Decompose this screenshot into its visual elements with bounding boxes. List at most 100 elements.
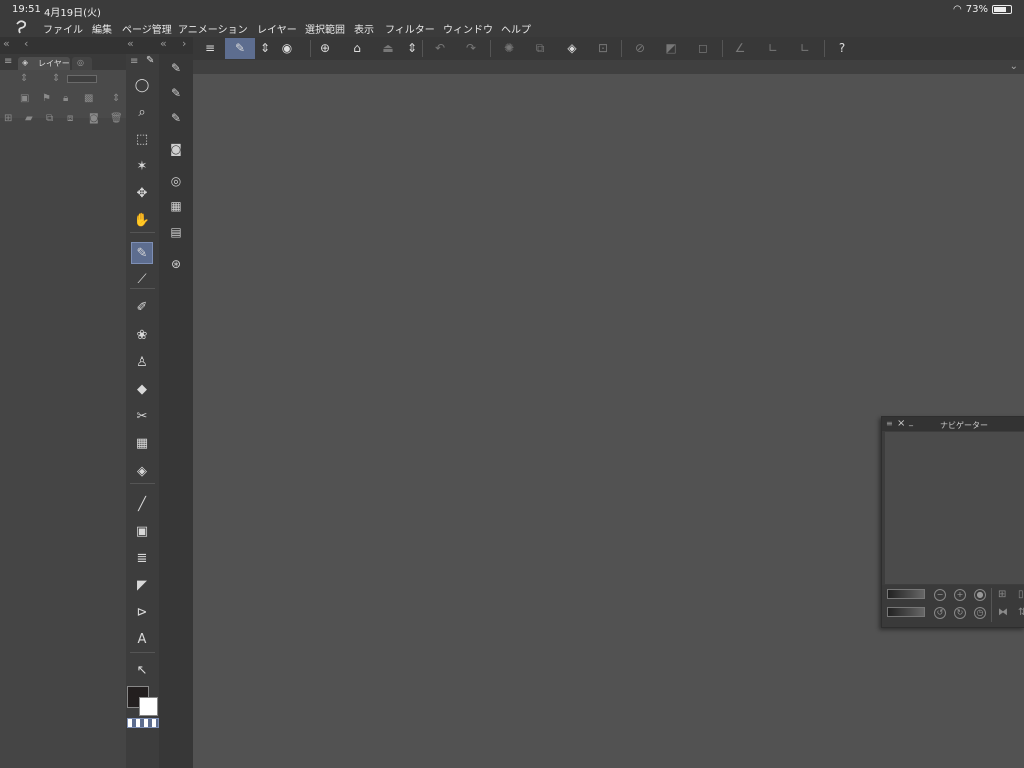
fill-selection-icon[interactable]: ◈ [563, 40, 581, 57]
ruler-icon[interactable]: ≣ [131, 548, 153, 570]
pen-sub-3-icon[interactable]: ✎ [167, 109, 185, 127]
zoom-slider[interactable] [887, 589, 925, 599]
fill-icon[interactable]: ◈ [131, 461, 153, 483]
lock-icon[interactable]: 🔒︎ [63, 94, 68, 104]
deselect-icon[interactable]: ⊘ [631, 40, 649, 57]
pen-settings-icon[interactable]: ✎ [225, 38, 255, 59]
stabilizer-icon[interactable]: ◉ [278, 40, 296, 57]
save-icon[interactable]: ⏏ [379, 40, 397, 57]
fit-window-icon[interactable]: ⊞ [998, 590, 1006, 600]
film-icon[interactable]: ▤ [167, 223, 185, 241]
new-vector-layer-icon[interactable]: ▰ [25, 114, 33, 124]
updown-icon[interactable]: ⇕ [256, 40, 274, 57]
menu-selection[interactable]: 選択範囲 [305, 21, 345, 36]
zoom-out-icon[interactable]: − [934, 589, 946, 601]
color-circle-icon[interactable]: ◎ [167, 172, 185, 190]
layer-mask-icon[interactable]: ◙ [89, 114, 99, 124]
close-icon[interactable]: × [897, 418, 905, 429]
menu-filter[interactable]: フィルター [385, 21, 435, 36]
clipping-icon[interactable]: ▣ [20, 94, 29, 104]
figure-icon[interactable]: ◤ [131, 575, 153, 597]
flip-vertical-icon[interactable]: ⇅ [1018, 608, 1024, 618]
back-button[interactable]: ‹ [24, 37, 28, 50]
move-icon[interactable]: ✥ [131, 183, 153, 205]
open-folder-icon[interactable]: ⌂ [348, 40, 366, 57]
line-icon[interactable]: ╱ [131, 494, 153, 516]
pen-sub-1-icon[interactable]: ✎ [167, 59, 185, 77]
panel-menu-icon[interactable]: ≡ [4, 57, 12, 67]
shrink-selection-icon[interactable]: ◻ [694, 40, 712, 57]
clear-outside-icon[interactable]: ⧉ [531, 40, 549, 57]
blend-icon[interactable]: ✂ [131, 406, 153, 428]
zoom-in-icon[interactable]: + [954, 589, 966, 601]
tab-second[interactable]: ◎ [72, 57, 92, 70]
camera-icon[interactable]: ◙ [167, 140, 185, 158]
navigator-menu-icon[interactable]: ≡ [886, 419, 893, 428]
rotate-slider[interactable] [887, 607, 925, 617]
magic-wand-icon[interactable]: ✶ [131, 156, 153, 178]
material-icon[interactable]: ▦ [167, 197, 185, 215]
eraser-icon[interactable]: ◆ [131, 379, 153, 401]
invert-selection-icon[interactable]: ◩ [662, 40, 680, 57]
collapse-left-button[interactable]: « [3, 37, 10, 50]
menu-icon[interactable]: ≡ [201, 40, 219, 57]
reference-layer-icon[interactable]: ⚑ [42, 94, 51, 104]
correct-line-icon[interactable]: ↖ [131, 660, 153, 682]
object-select-icon[interactable]: ⬚ [131, 129, 153, 151]
undo-icon[interactable]: ↶ [431, 40, 449, 57]
search-icon[interactable]: ⊛ [167, 255, 185, 273]
forward-button[interactable]: › [182, 37, 186, 50]
minimize-icon[interactable]: _ [909, 417, 913, 426]
frame-icon[interactable]: ▦ [131, 433, 153, 455]
gradient-icon[interactable]: ▣ [131, 521, 153, 543]
fit-view-icon[interactable]: ● [974, 589, 986, 601]
menu-page-manage[interactable]: ページ管理 [122, 21, 172, 36]
actual-size-icon[interactable]: ▯ [1018, 590, 1024, 600]
delete-layer-icon[interactable]: 🗑︎ [110, 114, 123, 124]
app-logo-icon[interactable] [14, 19, 28, 35]
collapse-mid-button[interactable]: « [127, 37, 134, 50]
balloon-icon[interactable]: ⊳ [131, 602, 153, 624]
pen-icon[interactable]: ✎ [131, 242, 153, 264]
pen-sub-2-icon[interactable]: ✎ [167, 84, 185, 102]
menu-help[interactable]: ヘルプ [501, 21, 531, 36]
clear-icon[interactable]: ✺ [500, 40, 518, 57]
menu-layer[interactable]: レイヤー [257, 21, 297, 36]
menu-edit[interactable]: 編集 [92, 21, 112, 36]
airbrush-icon[interactable]: ♙ [131, 352, 153, 374]
transparent-color-swatch[interactable] [127, 718, 159, 728]
new-raster-layer-icon[interactable]: ⊞ [4, 114, 12, 124]
reset-rotation-icon[interactable]: ◷ [974, 607, 986, 619]
transform-icon[interactable]: ⊡ [594, 40, 612, 57]
pencil-icon[interactable]: ✐ [131, 297, 153, 319]
blend-mode-updown-icon[interactable]: ⇕ [20, 74, 28, 84]
merge-layer-icon[interactable]: ⧈ [67, 114, 73, 124]
rotate-right-icon[interactable]: ↻ [954, 607, 966, 619]
navigator-preview[interactable] [885, 432, 1024, 584]
collapse-right-button[interactable]: « [160, 37, 167, 50]
opacity-updown-icon[interactable]: ⇕ [52, 74, 60, 84]
menu-window[interactable]: ウィンドウ [443, 21, 493, 36]
redo-icon[interactable]: ↷ [462, 40, 480, 57]
sub-color-swatch[interactable] [139, 697, 158, 716]
flip-horizontal-icon[interactable]: ⧓ [998, 608, 1008, 618]
rotate-left-icon[interactable]: ↺ [934, 607, 946, 619]
snap-grid-icon[interactable]: ∟ [796, 40, 814, 57]
updown-2-icon[interactable]: ⇕ [403, 40, 421, 57]
layer-updown-icon[interactable]: ⇕ [112, 94, 120, 104]
lock-transparent-icon[interactable]: ▩ [84, 94, 93, 104]
lasso-icon[interactable]: ◯ [131, 75, 153, 97]
help-icon[interactable]: ? [833, 40, 851, 57]
hand-icon[interactable]: ✋ [131, 210, 153, 232]
opacity-slider[interactable] [67, 75, 97, 83]
menu-animation[interactable]: アニメーション [178, 21, 248, 36]
snap-special-icon[interactable]: ∟ [764, 40, 782, 57]
menu-view[interactable]: 表示 [354, 21, 374, 36]
menu-file[interactable]: ファイル [43, 21, 83, 36]
snap-ruler-icon[interactable]: ∠ [731, 40, 749, 57]
tab-layer[interactable]: ◈ レイヤー [18, 57, 70, 70]
decoration-icon[interactable]: ❀ [131, 325, 153, 347]
duplicate-layer-icon[interactable]: ⧉ [46, 114, 53, 124]
chevron-down-icon[interactable]: ⌄ [1010, 62, 1018, 72]
zoom-icon[interactable]: ⌕ [131, 102, 153, 124]
